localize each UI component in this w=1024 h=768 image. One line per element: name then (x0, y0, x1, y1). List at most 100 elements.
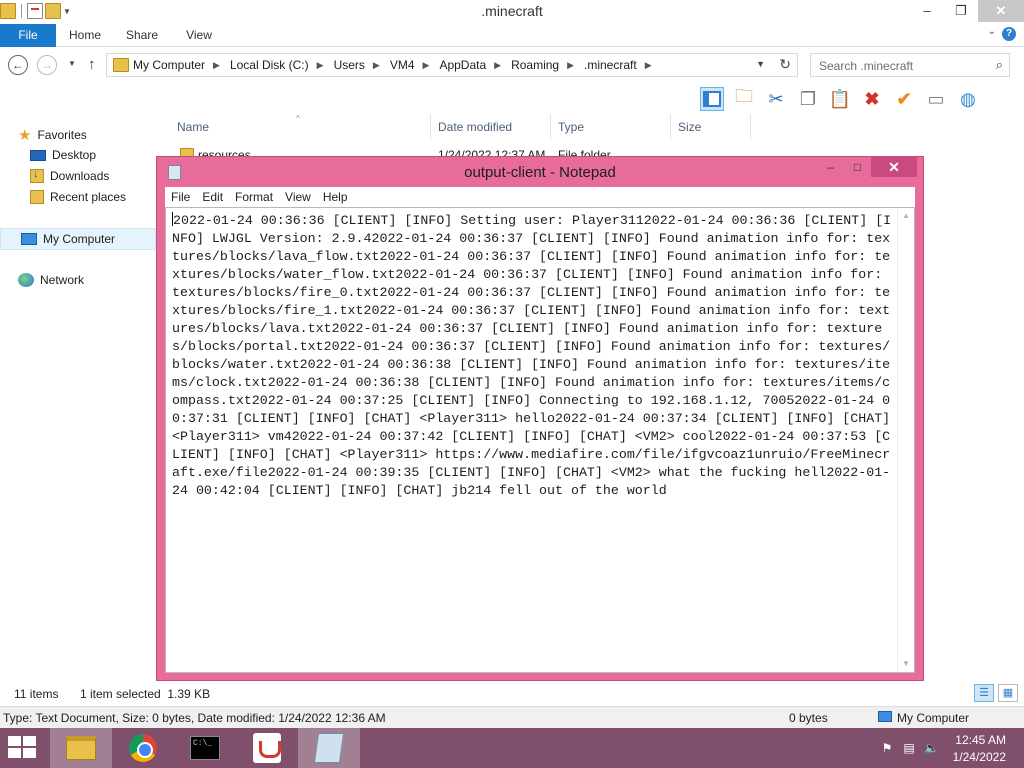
crumb-my-computer[interactable]: My Computer (133, 58, 205, 72)
crumb-local-disk[interactable]: Local Disk (C:) (230, 58, 309, 72)
crumb-minecraft[interactable]: .minecraft (584, 58, 637, 72)
sidebar-item-label: Desktop (52, 148, 97, 162)
tab-home[interactable]: Home (56, 24, 114, 47)
taskbar-java[interactable] (236, 728, 298, 768)
sidebar-item-favorites[interactable]: ★ Favorites (18, 126, 87, 144)
taskbar: C:\_ ⚑ ▤ 🔈 12:45 AM 1/24/2022 (0, 728, 1024, 768)
column-divider[interactable] (670, 114, 671, 140)
computer-icon (878, 711, 892, 722)
crumb-roaming[interactable]: Roaming (511, 58, 559, 72)
start-button[interactable] (8, 736, 38, 760)
recent-locations-icon[interactable]: ▼ (68, 59, 76, 68)
menu-edit[interactable]: Edit (196, 190, 229, 204)
checkmark-icon[interactable]: ✔ (892, 87, 916, 111)
network-icon[interactable]: ▤ (902, 741, 916, 755)
copy-icon[interactable]: ❐ (796, 87, 820, 111)
menu-format[interactable]: Format (229, 190, 279, 204)
column-date-modified[interactable]: Date modified (438, 120, 512, 134)
navigation-pane: ★ Favorites Desktop Downloads Recent pla… (0, 118, 160, 678)
notepad-title: output-client - Notepad (464, 164, 616, 181)
address-dropdown-icon[interactable]: ▼ (756, 59, 765, 69)
chevron-right-icon[interactable]: ▶ (317, 60, 324, 71)
sidebar-item-label: Downloads (50, 169, 110, 183)
chevron-right-icon[interactable]: ▶ (494, 60, 501, 71)
refresh-icon[interactable]: ↻ (779, 56, 791, 73)
chevron-right-icon[interactable]: ▶ (567, 60, 574, 71)
sidebar-item-downloads[interactable]: Downloads (30, 168, 110, 183)
menu-help[interactable]: Help (317, 190, 354, 204)
maximize-button[interactable]: □ (844, 157, 871, 177)
sidebar-item-my-computer[interactable]: My Computer (0, 228, 156, 250)
text-content[interactable]: 2022-01-24 00:36:36 [CLIENT] [INFO] Sett… (172, 212, 896, 500)
maximize-button[interactable]: ❐ (944, 0, 978, 22)
taskbar-notepad[interactable] (298, 728, 360, 768)
folder-icon (113, 58, 129, 72)
up-button[interactable]: ↑ (88, 56, 96, 73)
back-button[interactable]: ← (8, 55, 28, 75)
search-box[interactable]: Search .minecraft ⌕ (810, 53, 1010, 77)
recent-places-icon (30, 190, 44, 204)
paste-icon[interactable]: 📋 (828, 87, 852, 111)
large-icons-view-button[interactable]: ▦ (998, 684, 1018, 702)
delete-icon[interactable]: ✖ (860, 87, 884, 111)
search-icon[interactable]: ⌕ (996, 57, 1003, 73)
tab-share[interactable]: Share (114, 24, 170, 47)
tab-view[interactable]: View (170, 24, 228, 47)
chevron-right-icon[interactable]: ▶ (373, 60, 380, 71)
column-divider[interactable] (550, 114, 551, 140)
file-explorer-icon (66, 736, 96, 760)
preview-pane-button[interactable] (700, 87, 724, 111)
crumb-appdata[interactable]: AppData (439, 58, 486, 72)
clock-time[interactable]: 12:45 AM (955, 733, 1006, 747)
shell-icon[interactable]: ◍ (956, 87, 980, 111)
vertical-scrollbar[interactable]: ▲ ▼ (897, 208, 914, 672)
folder-options-icon[interactable]: 🗀 (732, 86, 756, 111)
clock-date[interactable]: 1/24/2022 (953, 750, 1006, 764)
action-center-icon[interactable]: ⚑ (880, 741, 894, 755)
cut-icon[interactable]: ✂ (764, 87, 788, 111)
rename-icon[interactable]: ▭ (924, 87, 948, 111)
help-icon[interactable]: ? (1002, 27, 1016, 41)
crumb-vm4[interactable]: VM4 (390, 58, 415, 72)
menu-file[interactable]: File (165, 190, 196, 204)
scroll-up-icon[interactable]: ▲ (898, 208, 914, 224)
column-divider[interactable] (750, 114, 751, 140)
taskbar-file-explorer[interactable] (50, 728, 112, 768)
volume-muted-icon[interactable]: 🔈 (924, 741, 939, 755)
chevron-right-icon[interactable]: ▶ (423, 60, 430, 71)
close-button[interactable]: ✕ (871, 157, 917, 177)
forward-button[interactable]: → (37, 55, 57, 75)
address-bar[interactable]: My Computer ▶ Local Disk (C:) ▶ Users ▶ VM4… (106, 53, 798, 77)
column-type[interactable]: Type (558, 120, 584, 134)
column-divider[interactable] (430, 114, 431, 140)
scroll-down-icon[interactable]: ▼ (898, 656, 914, 672)
search-input[interactable]: Search .minecraft (819, 59, 913, 73)
sidebar-item-network[interactable]: Network (18, 273, 84, 287)
chrome-icon (129, 734, 157, 762)
log-text: 2022-01-24 00:36:36 [CLIENT] [INFO] Sett… (172, 213, 899, 498)
notepad-titlebar[interactable]: output-client - Notepad – □ ✕ (157, 157, 923, 187)
expand-ribbon-icon[interactable]: ⌄ (988, 26, 996, 37)
view-switcher: ☰ ▦ (974, 684, 1018, 702)
command-prompt-icon: C:\_ (190, 736, 220, 760)
chevron-right-icon[interactable]: ▶ (213, 60, 220, 71)
crumb-users[interactable]: Users (334, 58, 365, 72)
column-size[interactable]: Size (678, 120, 701, 134)
menu-view[interactable]: View (279, 190, 317, 204)
minimize-button[interactable]: – (817, 157, 844, 177)
sidebar-item-recent-places[interactable]: Recent places (30, 190, 126, 204)
taskbar-command-prompt[interactable]: C:\_ (174, 728, 236, 768)
sidebar-item-desktop[interactable]: Desktop (30, 148, 96, 162)
chevron-right-icon[interactable]: ▶ (645, 60, 652, 71)
taskbar-chrome[interactable] (112, 728, 174, 768)
minimize-button[interactable]: – (910, 0, 944, 22)
details-view-button[interactable]: ☰ (974, 684, 994, 702)
notepad-icon (313, 733, 345, 763)
tab-file[interactable]: File (0, 24, 56, 47)
sort-ascending-icon: ^ (296, 114, 300, 123)
column-name[interactable]: Name (177, 120, 209, 134)
location-label: My Computer (897, 711, 970, 725)
close-button[interactable]: ✕ (978, 0, 1024, 22)
text-editor[interactable]: 2022-01-24 00:36:36 [CLIENT] [INFO] Sett… (165, 207, 915, 673)
sidebar-item-label: My Computer (43, 232, 116, 246)
